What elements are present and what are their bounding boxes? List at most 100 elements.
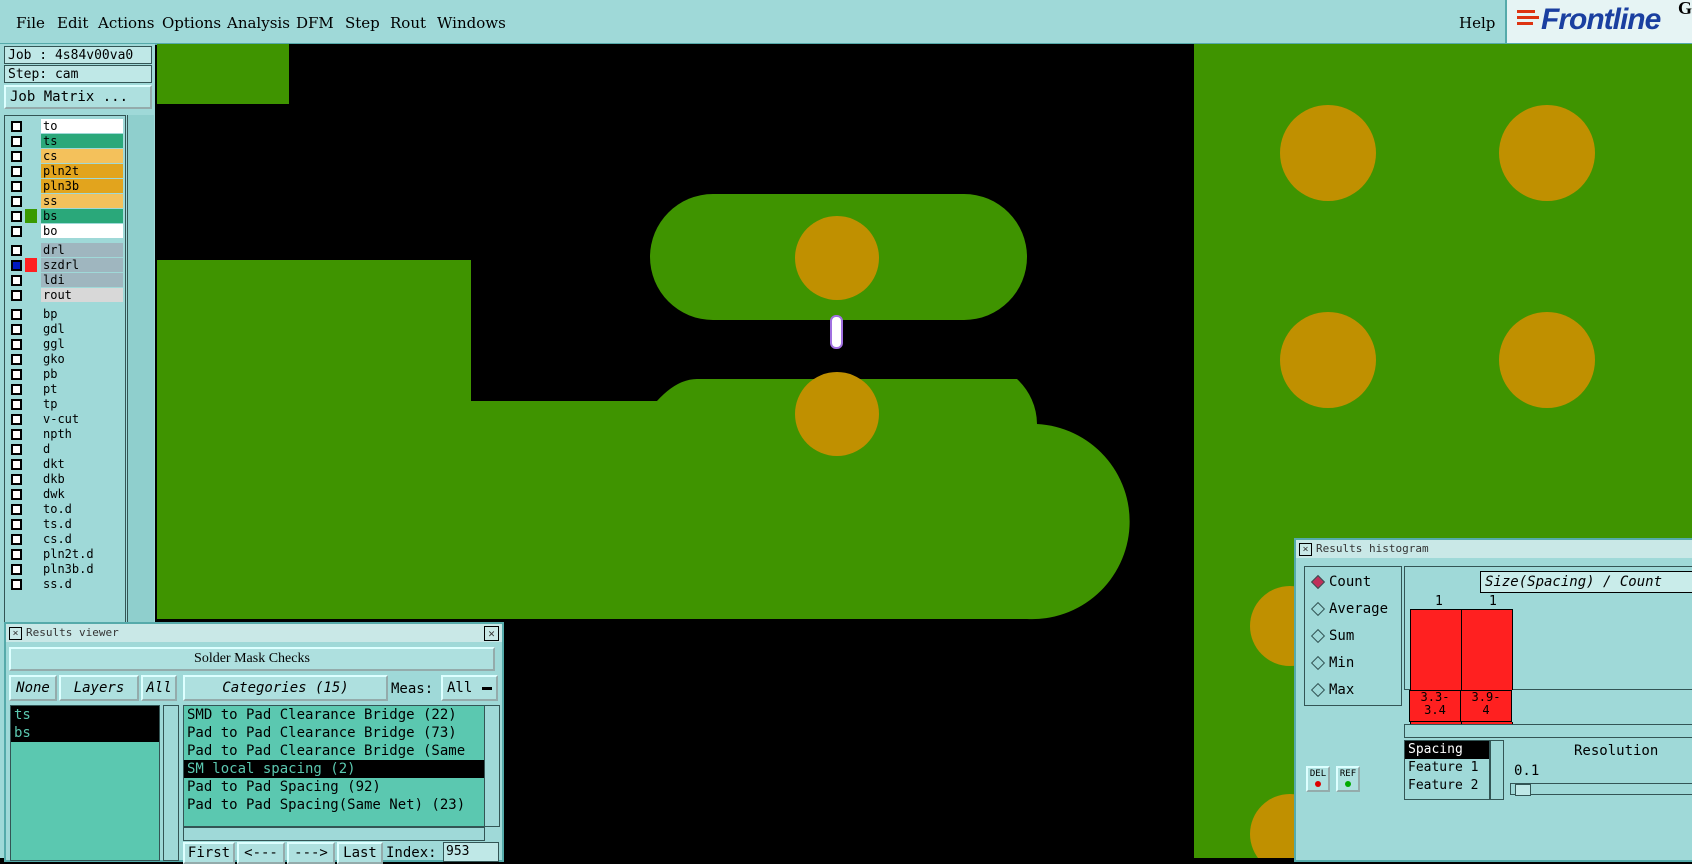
layer-checkbox[interactable] xyxy=(11,324,22,335)
layer-checkbox[interactable] xyxy=(11,354,22,365)
layer-name[interactable]: to.d xyxy=(41,502,123,516)
menu-analysis[interactable]: Analysis xyxy=(227,14,290,32)
layer-row-pln2t[interactable]: pln2t xyxy=(5,163,125,179)
layer-color-swatch[interactable] xyxy=(25,382,37,396)
layer-row-dkb[interactable]: dkb xyxy=(5,471,125,487)
result-layers-scrollbar[interactable] xyxy=(163,705,179,861)
layer-name[interactable]: to xyxy=(41,119,123,133)
layer-name[interactable]: ss xyxy=(41,194,123,208)
layer-color-swatch[interactable] xyxy=(25,442,37,456)
layer-color-swatch[interactable] xyxy=(25,307,37,321)
category-item[interactable]: Pad to Pad Clearance Bridge (73) xyxy=(184,724,484,742)
layer-name[interactable]: cs xyxy=(41,149,123,163)
layer-checkbox[interactable] xyxy=(11,489,22,500)
categories-hscrollbar[interactable] xyxy=(183,827,485,841)
layer-checkbox[interactable] xyxy=(11,504,22,515)
layer-row-cs.d[interactable]: cs.d xyxy=(5,531,125,547)
layer-color-swatch[interactable] xyxy=(25,322,37,336)
layer-checkbox[interactable] xyxy=(11,339,22,350)
layer-color-swatch[interactable] xyxy=(25,367,37,381)
layer-checkbox[interactable] xyxy=(11,384,22,395)
layer-row-tp[interactable]: tp xyxy=(5,396,125,412)
layer-name[interactable]: ldi xyxy=(41,273,123,287)
layer-checkbox[interactable] xyxy=(11,136,22,147)
layer-color-swatch[interactable] xyxy=(25,577,37,591)
layer-checkbox[interactable] xyxy=(11,474,22,485)
layer-checkbox[interactable] xyxy=(11,534,22,545)
layer-row-pln3b.d[interactable]: pln3b.d xyxy=(5,561,125,577)
layer-row-npth[interactable]: npth xyxy=(5,426,125,442)
layer-name[interactable]: pb xyxy=(41,367,123,381)
measure-list-scrollbar[interactable] xyxy=(1490,740,1504,800)
category-item[interactable]: SM local spacing (2) xyxy=(184,760,484,778)
solder-mask-checks-header[interactable]: Solder Mask Checks xyxy=(9,647,495,671)
layer-row-ss[interactable]: ss xyxy=(5,193,125,209)
job-matrix-button[interactable]: Job Matrix ... xyxy=(4,85,152,109)
layer-name[interactable]: pln3b.d xyxy=(41,562,123,576)
layer-row-ss.d[interactable]: ss.d xyxy=(5,576,125,592)
layer-name[interactable]: bs xyxy=(41,209,123,223)
resolution-slider[interactable] xyxy=(1510,783,1692,796)
layer-checkbox[interactable] xyxy=(11,519,22,530)
layer-row-pln2t.d[interactable]: pln2t.d xyxy=(5,546,125,562)
layer-color-swatch[interactable] xyxy=(25,457,37,471)
layer-row-rout[interactable]: rout xyxy=(5,287,125,303)
menu-rout[interactable]: Rout xyxy=(390,14,426,32)
layer-row-bp[interactable]: bp xyxy=(5,306,125,322)
category-item[interactable]: Pad to Pad Spacing (92) xyxy=(184,778,484,796)
layer-color-swatch[interactable] xyxy=(25,352,37,366)
menu-help[interactable]: Help xyxy=(1459,14,1495,32)
layer-color-swatch[interactable] xyxy=(25,149,37,163)
layer-name[interactable]: cs.d xyxy=(41,532,123,546)
layer-name[interactable]: drl xyxy=(41,243,123,257)
histogram-option-count[interactable]: Count xyxy=(1309,573,1371,591)
layer-checkbox[interactable] xyxy=(11,211,22,222)
layer-color-swatch[interactable] xyxy=(25,547,37,561)
none-button[interactable]: None xyxy=(9,675,57,701)
layer-row-to[interactable]: to xyxy=(5,118,125,134)
menu-step[interactable]: Step xyxy=(345,14,380,32)
menu-options[interactable]: Options xyxy=(162,14,221,32)
layer-color-swatch[interactable] xyxy=(25,412,37,426)
result-layers-list[interactable]: ts bs xyxy=(10,705,160,861)
layer-name[interactable]: dwk xyxy=(41,487,123,501)
layer-name[interactable]: rout xyxy=(41,288,123,302)
categories-list[interactable]: SMD to Pad Clearance Bridge (22) Pad to P… xyxy=(183,705,485,827)
layer-row-drl[interactable]: drl xyxy=(5,242,125,258)
layer-color-swatch[interactable] xyxy=(25,209,37,223)
menu-file[interactable]: File xyxy=(16,14,45,32)
layer-color-swatch[interactable] xyxy=(25,258,37,272)
layer-name[interactable]: ggl xyxy=(41,337,123,351)
layer-color-swatch[interactable] xyxy=(25,288,37,302)
layer-checkbox[interactable] xyxy=(11,399,22,410)
layer-row-ts.d[interactable]: ts.d xyxy=(5,516,125,532)
layer-checkbox[interactable] xyxy=(11,414,22,425)
measure-item[interactable]: Spacing xyxy=(1405,741,1489,759)
measure-item[interactable]: Feature 1 xyxy=(1405,759,1489,777)
first-button[interactable]: First xyxy=(183,842,235,864)
layer-row-pt[interactable]: pt xyxy=(5,381,125,397)
layer-row-pln3b[interactable]: pln3b xyxy=(5,178,125,194)
layer-name[interactable]: gdl xyxy=(41,322,123,336)
layer-color-swatch[interactable] xyxy=(25,487,37,501)
layer-row-szdrl[interactable]: szdrl xyxy=(5,257,125,273)
ref-button[interactable]: REF xyxy=(1336,766,1360,792)
histogram-titlebar[interactable]: × Results histogram xyxy=(1296,540,1692,558)
results-viewer-titlebar[interactable]: × Results viewer ✕ xyxy=(6,624,502,642)
layer-row-bs[interactable]: bs xyxy=(5,208,125,224)
layer-color-swatch[interactable] xyxy=(25,243,37,257)
layer-checkbox[interactable] xyxy=(11,369,22,380)
layer-color-swatch[interactable] xyxy=(25,562,37,576)
layer-row-gdl[interactable]: gdl xyxy=(5,321,125,337)
layer-checkbox[interactable] xyxy=(11,181,22,192)
layer-checkbox[interactable] xyxy=(11,290,22,301)
layer-name[interactable]: pln2t.d xyxy=(41,547,123,561)
layer-name[interactable]: bo xyxy=(41,224,123,238)
layer-color-swatch[interactable] xyxy=(25,337,37,351)
layer-checkbox[interactable] xyxy=(11,260,22,271)
layer-color-swatch[interactable] xyxy=(25,273,37,287)
layer-name[interactable]: pln3b xyxy=(41,179,123,193)
menu-windows[interactable]: Windows xyxy=(437,14,506,32)
index-field[interactable]: 953 xyxy=(443,842,499,862)
layer-checkbox[interactable] xyxy=(11,309,22,320)
